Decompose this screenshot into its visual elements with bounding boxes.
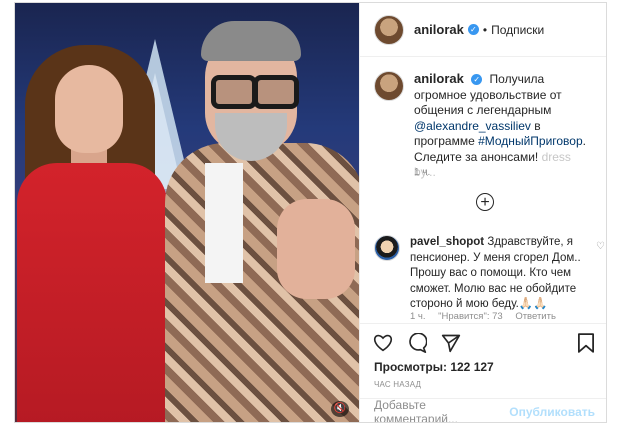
comment-avatar[interactable] bbox=[374, 235, 400, 261]
post-side-panel: anilorak ✓ • Подписки anilorak ✓ Получил… bbox=[359, 3, 606, 422]
caption: anilorak ✓ Получила огромное удовольстви… bbox=[374, 71, 596, 181]
caption-username[interactable]: anilorak bbox=[414, 71, 464, 86]
comment-text: pavel_shopot Здравствуйте, я пенсионер. … bbox=[410, 235, 592, 313]
man-hair bbox=[201, 21, 301, 61]
mute-icon[interactable]: 🔇 bbox=[331, 401, 349, 417]
separator-dot: • bbox=[482, 22, 488, 37]
header-username[interactable]: anilorak bbox=[414, 22, 464, 37]
caption-avatar[interactable] bbox=[374, 71, 404, 101]
comment-likes[interactable]: "Нравится": 73 bbox=[438, 311, 503, 322]
glasses-left-lens bbox=[211, 75, 257, 109]
comment-like-heart-icon[interactable]: ♡ bbox=[596, 241, 605, 252]
comment: pavel_shopot Здравствуйте, я пенсионер. … bbox=[374, 235, 604, 313]
action-icons bbox=[372, 332, 462, 354]
heart-icon[interactable] bbox=[372, 332, 394, 354]
verified-icon: ✓ bbox=[467, 24, 479, 35]
man-waving-hand bbox=[277, 199, 355, 299]
verified-icon: ✓ bbox=[471, 74, 483, 86]
instagram-post-window: 🔇 anilorak ✓ • Подписки anilorak ✓ Получ… bbox=[14, 2, 607, 423]
glasses-right-lens bbox=[253, 75, 299, 109]
caption-text: anilorak ✓ Получила огромное удовольстви… bbox=[414, 71, 596, 181]
post-header: anilorak ✓ • Подписки bbox=[360, 3, 606, 57]
post-video[interactable]: 🔇 bbox=[15, 3, 359, 422]
bookmark-icon[interactable] bbox=[575, 332, 597, 354]
comment-meta: 1 ч. "Нравится": 73 Ответить bbox=[410, 311, 566, 322]
share-icon[interactable] bbox=[440, 332, 462, 354]
man-shirt bbox=[205, 163, 243, 283]
caption-mention-link[interactable]: @alexandre_vassiliev bbox=[414, 119, 531, 133]
comment-icon[interactable] bbox=[406, 332, 428, 354]
comment-username[interactable]: pavel_shopot bbox=[410, 236, 484, 248]
woman-face bbox=[55, 65, 123, 153]
avatar[interactable] bbox=[374, 14, 404, 45]
add-icon[interactable]: + bbox=[476, 193, 494, 211]
follow-status-button[interactable]: Подписки bbox=[491, 23, 544, 37]
views-count[interactable]: Просмотры: 122 127 bbox=[374, 360, 494, 374]
post-age: ЧАС НАЗАД bbox=[374, 380, 422, 389]
caption-timestamp: 1 ч. bbox=[414, 167, 431, 178]
add-comment-bar: Добавьте комментарий... Опубликовать bbox=[360, 398, 606, 422]
action-bar: Просмотры: 122 127 ЧАС НАЗАД Добавьте ко… bbox=[360, 323, 606, 422]
woman-red-dress bbox=[17, 163, 167, 422]
publish-button[interactable]: Опубликовать bbox=[509, 405, 595, 419]
comment-time: 1 ч. bbox=[410, 311, 426, 322]
caption-hashtag-link[interactable]: #МодныйПриговор bbox=[478, 134, 583, 148]
add-comment-input[interactable]: Добавьте комментарий... bbox=[374, 398, 509, 422]
comment-reply-button[interactable]: Ответить bbox=[515, 311, 556, 322]
